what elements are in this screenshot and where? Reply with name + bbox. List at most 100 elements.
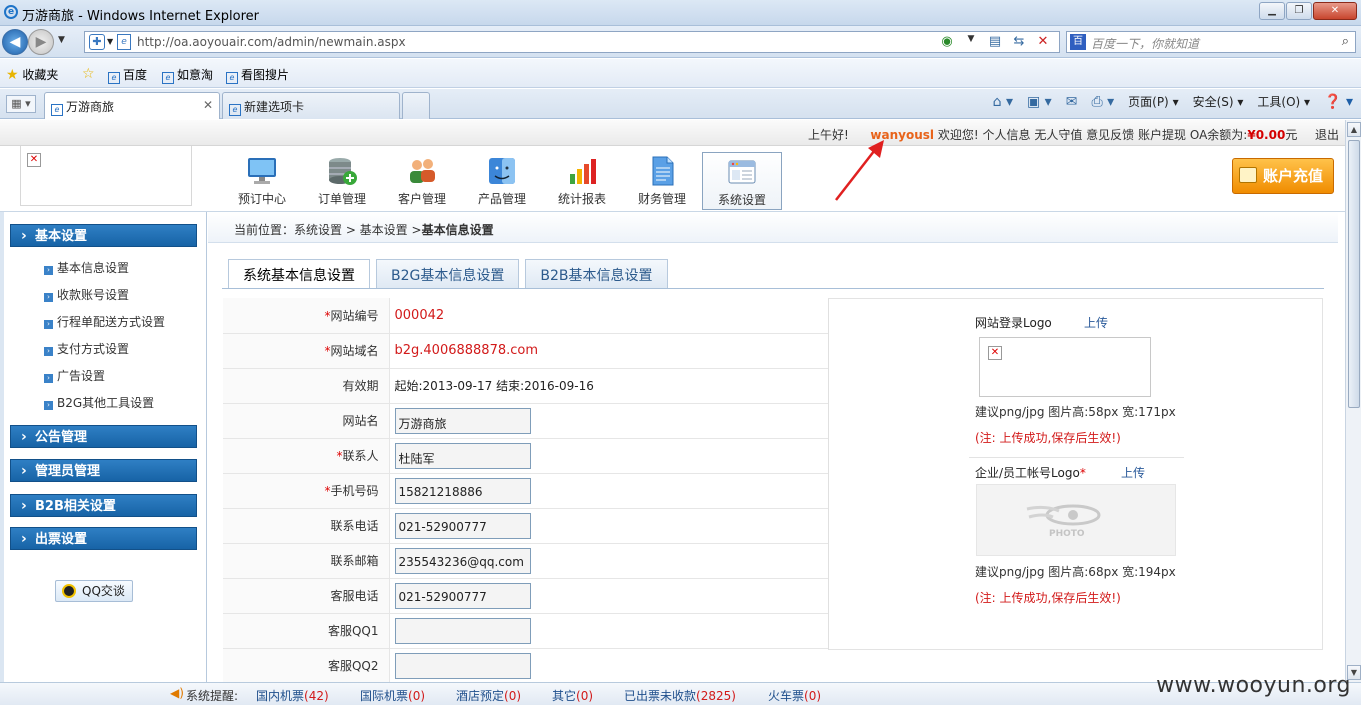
search-placeholder[interactable]: 百度一下，你就知道 [1091,35,1199,52]
quick-tabs-icon[interactable]: ▦ ▾ [6,95,36,113]
nav-product-management[interactable]: 产品管理 [462,152,542,210]
nav-finance-management[interactable]: 财务管理 [622,152,702,210]
page-menu[interactable]: 页面(P) ▾ [1128,93,1178,110]
sidebar-item-basic-info[interactable]: › 基本信息设置 [44,259,129,276]
nav-system-settings[interactable]: 系统设置 [702,152,782,210]
addon-dropdown-icon[interactable]: ▼ [963,34,979,49]
mobile-input[interactable]: 15821218886 [394,477,531,504]
contact-input[interactable]: 杜陆军 [394,442,531,469]
sidebar-item-payment-method[interactable]: › 支付方式设置 [44,340,129,357]
back-button[interactable]: ◀ [2,29,28,55]
balance-label: OA余额为: [1189,128,1248,142]
qq-penguin-icon [62,584,76,598]
tab-b2g-basic-info[interactable]: B2G基本信息设置 [376,259,520,288]
speaker-icon: ◀) [170,686,184,700]
sidebar-section-basic-settings[interactable]: 基本设置 [10,224,197,248]
browser-tab-new[interactable]: e 新建选项卡 [222,92,400,119]
phone-input[interactable]: 021-52900777 [394,512,531,539]
login-logo-note: (注: 上传成功,保存后生效!) [975,431,1121,445]
link-withdraw[interactable]: 账户提现 [1138,128,1186,142]
sidebar-section-ticketing[interactable]: 出票设置 [10,527,197,551]
monitor-icon [248,158,276,184]
sidebar-section-admins[interactable]: 管理员管理 [10,459,197,483]
sidebar-item-b2g-tools[interactable]: › B2G其他工具设置 [44,394,154,411]
login-logo-upload-link[interactable]: 上传 [1084,314,1108,331]
sidebar-item-itinerary-delivery[interactable]: › 行程单配送方式设置 [44,313,165,330]
safety-menu[interactable]: 安全(S) ▾ [1193,93,1244,110]
close-tab-icon[interactable]: ✕ [203,98,213,112]
add-favorite-icon[interactable]: ☆ [82,66,95,82]
search-box[interactable]: 百 百度一下，你就知道 ⌕ [1066,31,1356,53]
feeds-icon[interactable]: ▣ ▾ [1027,94,1052,110]
shield-dropdown-icon[interactable]: ▼ [107,37,113,46]
tools-menu[interactable]: 工具(O) ▾ [1257,93,1310,110]
maximize-button[interactable]: ❐ [1286,2,1312,20]
reminder-intl-flights[interactable]: 国际机票(0) [360,687,425,704]
search-icon[interactable]: ⌕ [1342,34,1349,49]
link-feedback[interactable]: 意见反馈 [1086,128,1134,142]
nav-statistics-report[interactable]: 统计报表 [542,152,622,210]
tab-b2b-basic-info[interactable]: B2B基本信息设置 [525,259,668,288]
print-icon[interactable]: ⎙ ▾ [1091,94,1114,110]
link-profile[interactable]: 个人信息 [982,128,1030,142]
stop-icon[interactable]: ✕ [1035,34,1051,49]
reminder-unpaid-tickets[interactable]: 已出票未收款(2825) [624,687,736,704]
form-row: 联系邮箱 235543236@qq.com [223,543,828,579]
address-toolbar: ◀ ▶ ▼ ✚ ▼ e http://oa.aoyouair.com/admin… [0,26,1361,58]
logout-link[interactable]: 退出 [1315,128,1339,142]
addon-icon[interactable]: ◉ [939,34,955,49]
form-label: 联系电话 [223,508,390,544]
reminder-hotel[interactable]: 酒店预定(0) [456,687,521,704]
star-icon: ★ [6,67,19,83]
favorites-button[interactable]: ★ 收藏夹 [6,66,58,83]
arrow-bullet-icon: › [44,320,53,329]
fav-link-baidu[interactable]: e 百度 [108,66,147,84]
home-icon[interactable]: ⌂ ▾ [993,94,1013,110]
help-icon[interactable]: ❓ ▾ [1324,94,1353,110]
reminder-train[interactable]: 火车票(0) [768,687,821,704]
favorites-bar: ★ 收藏夹 ☆ e 百度 e 如意淘 e 看图搜片 [0,59,1361,88]
link-unattended[interactable]: 无人守值 [1034,128,1082,142]
compat-view-icon[interactable]: ▤ [987,34,1003,49]
url-text[interactable]: http://oa.aoyouair.com/admin/newmain.asp… [137,35,406,49]
qq-chat-button[interactable]: QQ交谈 [55,580,133,602]
service-phone-input[interactable]: 021-52900777 [394,582,531,609]
minimize-button[interactable]: ▁ [1259,2,1285,20]
sidebar-item-ads[interactable]: › 广告设置 [44,367,105,384]
new-tab-button[interactable] [402,92,430,119]
scroll-up-icon[interactable]: ▲ [1347,122,1361,137]
forward-button[interactable]: ▶ [28,29,54,55]
system-reminder-bar: ◀) 系统提醒: 国内机票(42) 国际机票(0) 酒店预定(0) 其它(0) … [0,673,1361,705]
history-dropdown-icon[interactable]: ▼ [58,35,65,45]
address-bar[interactable]: ✚ ▼ e http://oa.aoyouair.com/admin/newma… [84,31,1060,53]
close-window-button[interactable]: ✕ [1313,2,1357,20]
account-recharge-button[interactable]: 账户充值 [1232,158,1334,194]
service-qq1-input[interactable] [394,617,531,644]
arrow-bullet-icon: › [44,347,53,356]
page-scrollbar[interactable]: ▲ ▼ [1345,120,1361,682]
nav-order-management[interactable]: 订单管理 [302,152,382,210]
account-logo-hint: 建议png/jpg 图片高:68px 宽:194px [975,565,1176,579]
scroll-thumb[interactable] [1348,140,1360,408]
nav-customer-management[interactable]: 客户管理 [382,152,462,210]
form-label: 客服QQ2 [223,648,390,684]
email-input[interactable]: 235543236@qq.com [394,547,531,574]
reminder-domestic-flights[interactable]: 国内机票(42) [256,687,329,704]
site-domain-value: b2g.4006888878.com [394,343,539,358]
mail-icon[interactable]: ✉ [1066,94,1078,110]
service-qq2-input[interactable] [394,652,531,679]
reminder-other[interactable]: 其它(0) [552,687,593,704]
tab-system-basic-info[interactable]: 系统基本信息设置 [228,259,370,289]
sidebar-section-announcements[interactable]: 公告管理 [10,425,197,449]
compat-shield-icon[interactable]: ✚ [89,34,105,50]
account-logo-upload-link[interactable]: 上传 [1121,464,1145,481]
refresh-icon[interactable]: ⇆ [1011,34,1027,49]
nav-booking-center[interactable]: 预订中心 [222,152,302,210]
sidebar-item-payment-account[interactable]: › 收款账号设置 [44,286,129,303]
site-name-input[interactable]: 万游商旅 [394,407,531,434]
sidebar-section-b2b[interactable]: B2B相关设置 [10,494,197,518]
fav-link-kantu[interactable]: e 看图搜片 [226,66,289,84]
photo-placeholder-text: PHOTO [1049,529,1085,539]
fav-link-ruyitao[interactable]: e 如意淘 [162,66,213,84]
browser-tab-wanyou[interactable]: e 万游商旅 ✕ [44,92,220,119]
